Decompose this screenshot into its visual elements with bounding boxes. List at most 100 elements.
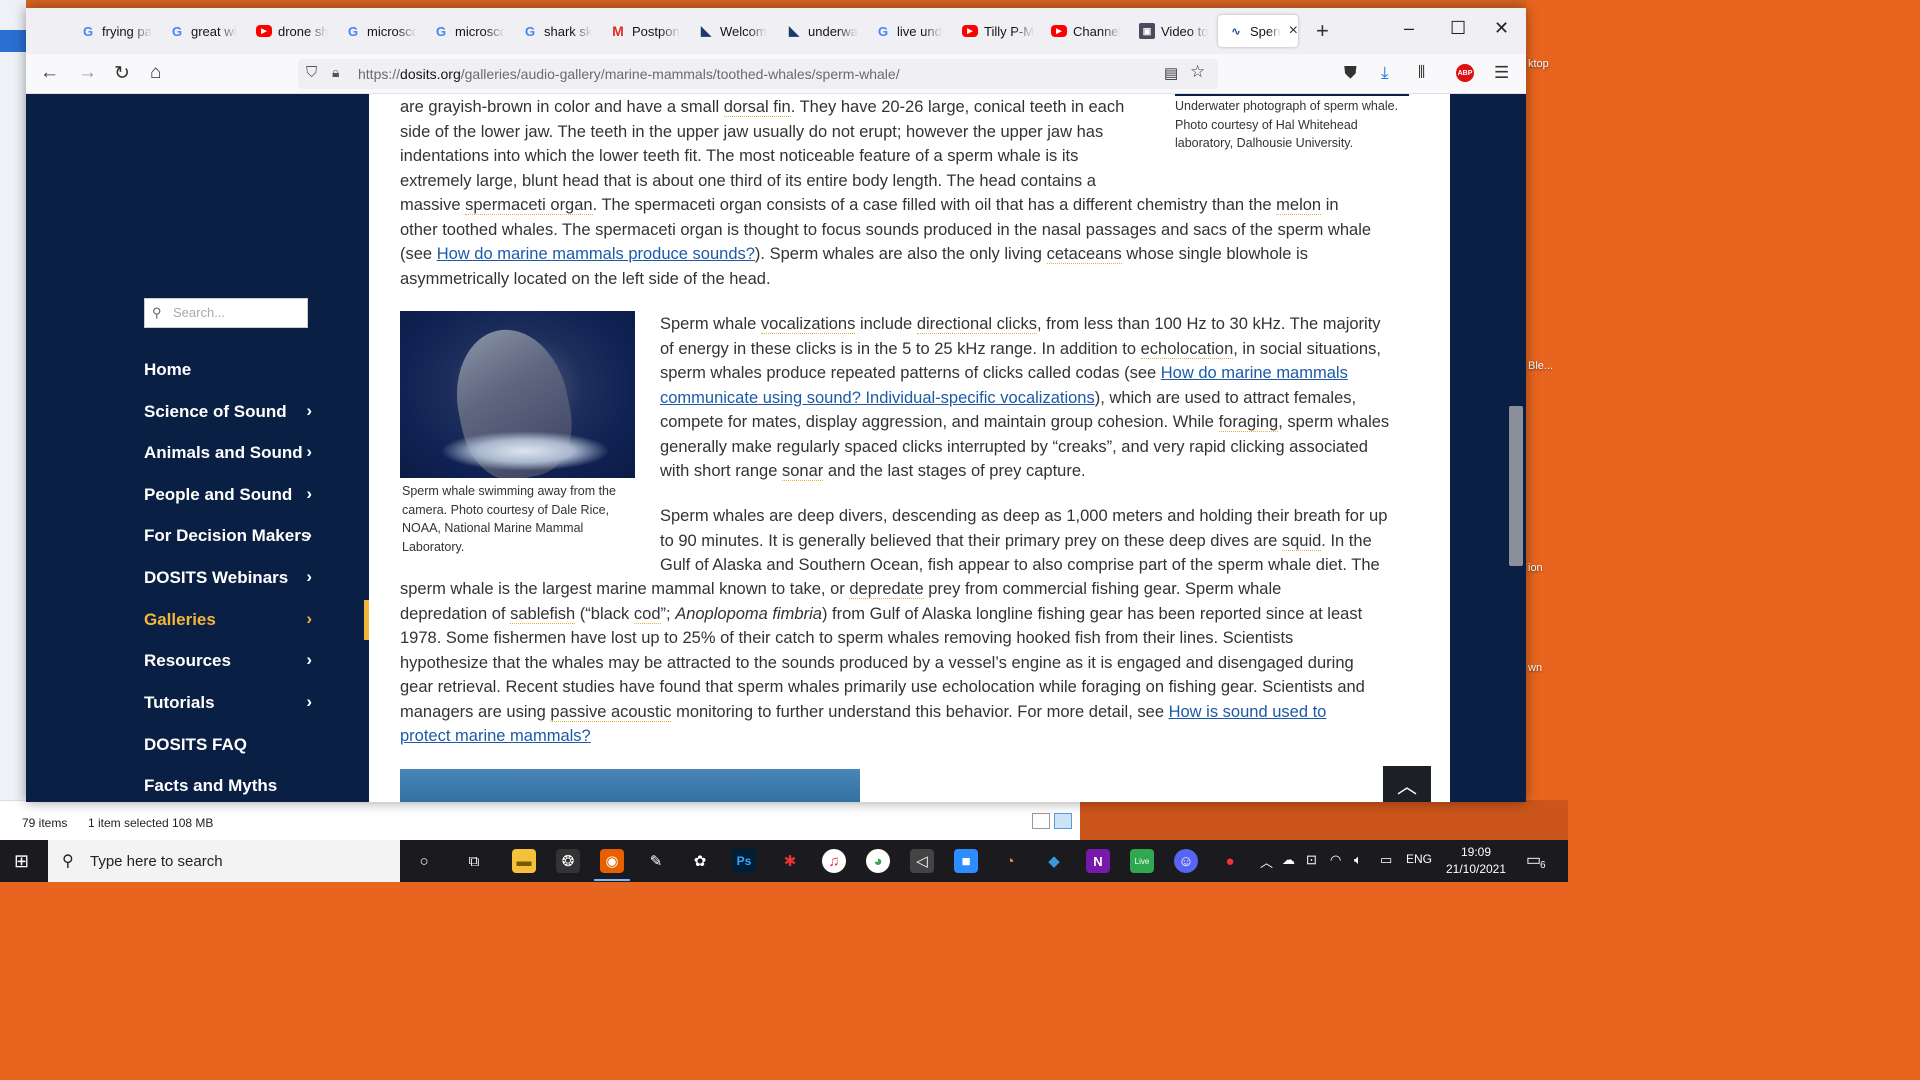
chevron-up-icon[interactable]: ︿ <box>1260 852 1273 871</box>
clock[interactable]: 19:09 21/10/2021 <box>1444 844 1508 878</box>
search-input[interactable] <box>173 305 301 320</box>
browser-tab[interactable]: Gshark sk <box>512 15 596 47</box>
chrome-icon[interactable]: ◕ <box>866 849 890 873</box>
photoshop-icon[interactable]: Ps <box>732 849 756 873</box>
nav-animals-and-sound[interactable]: Animals and Sound › <box>144 442 312 469</box>
file-explorer-icon[interactable]: ▬ <box>512 849 536 873</box>
sperm-whale-photo[interactable] <box>400 311 635 478</box>
language-indicator[interactable]: ENG <box>1406 852 1432 866</box>
link-communicate[interactable]: How do marine mammals <box>1161 364 1348 382</box>
app-icon[interactable]: ✱ <box>778 849 802 873</box>
nav-facts-and-myths[interactable]: Facts and Myths <box>144 776 312 802</box>
menu-icon[interactable]: ☰ <box>1494 63 1509 83</box>
tray-icon[interactable]: ⊡ <box>1306 852 1317 868</box>
link-produce-sounds[interactable]: How do marine mammals produce sounds? <box>437 245 755 263</box>
browser-tab[interactable]: Gfrying pa <box>70 15 154 47</box>
chevron-right-icon[interactable]: › <box>306 650 312 670</box>
chevron-right-icon[interactable]: › <box>306 484 312 504</box>
onenote-icon[interactable]: N <box>1086 849 1110 873</box>
link-protect-mammals[interactable]: How is sound used to <box>1169 703 1327 721</box>
zoom-icon[interactable]: ■ <box>954 849 978 873</box>
volume-icon[interactable]: 🔈︎ <box>1354 852 1362 868</box>
paint-3d-icon[interactable]: ✎ <box>644 849 668 873</box>
desktop-icon-label[interactable]: ktop <box>1526 58 1568 70</box>
glossary-term[interactable]: directional clicks <box>916 315 1037 334</box>
chevron-right-icon[interactable]: › <box>306 525 312 545</box>
firefox-icon[interactable]: ◉ <box>594 849 630 881</box>
home-icon[interactable]: ⌂ <box>150 62 161 84</box>
tracking-shield-icon[interactable]: ⛉ <box>306 64 317 81</box>
maximize-icon[interactable]: ☐ <box>1450 18 1466 39</box>
back-icon[interactable]: ← <box>40 62 59 84</box>
browser-tab[interactable]: ▶ Channel <box>1041 15 1125 47</box>
adblock-plus-icon[interactable]: ABP <box>1456 64 1474 82</box>
live-app-icon[interactable]: Live <box>1130 849 1154 873</box>
glossary-term[interactable]: melon <box>1276 196 1322 215</box>
chevron-right-icon[interactable]: › <box>306 442 312 462</box>
bookmark-star-icon[interactable]: ☆ <box>1190 62 1205 82</box>
browser-tab[interactable]: Gmicrosco <box>423 15 507 47</box>
browser-tab[interactable]: ▶ drone sh <box>246 15 330 47</box>
app-icon[interactable]: ● <box>1218 849 1242 873</box>
notifications-icon[interactable]: ▭ <box>1526 850 1541 870</box>
glossary-term[interactable]: sablefish <box>510 604 576 624</box>
app-icon[interactable]: ◆ <box>1042 849 1066 873</box>
browser-tab-active[interactable]: ∿Sperm× <box>1218 15 1298 47</box>
nav-resources[interactable]: Resources › <box>144 650 312 677</box>
browser-tab[interactable]: Ggreat wi <box>159 15 243 47</box>
glossary-term[interactable]: sonar <box>781 462 824 481</box>
glossary-term[interactable]: squid <box>1281 531 1322 551</box>
details-view-icon[interactable] <box>1032 813 1050 829</box>
cortana-icon[interactable]: ○ <box>412 849 436 873</box>
taskbar-search[interactable]: ⚲ Type here to search <box>48 840 400 882</box>
chevron-right-icon[interactable]: › <box>306 401 312 421</box>
minimize-icon[interactable]: – <box>1404 18 1414 39</box>
nav-people-and-sound[interactable]: People and Sound › <box>144 484 312 511</box>
back-to-top-button[interactable]: ︿ <box>1383 766 1431 802</box>
close-window-icon[interactable]: ✕ <box>1494 18 1509 39</box>
link-communicate[interactable]: communicate using sound? Individual-spec… <box>660 389 1095 407</box>
desktop-icon-label[interactable]: ion <box>1526 562 1568 574</box>
nav-tutorials[interactable]: Tutorials › <box>144 692 312 719</box>
glossary-term[interactable]: echolocation <box>1140 339 1234 359</box>
underwater-image[interactable] <box>400 769 860 802</box>
pocket-icon[interactable]: ⛊ <box>1344 63 1357 83</box>
chevron-right-icon[interactable]: › <box>306 567 312 587</box>
desktop-icon-label[interactable]: wn <box>1526 662 1568 674</box>
nav-galleries[interactable]: Galleries › <box>144 609 312 636</box>
browser-tab[interactable]: ▣ Video to <box>1129 15 1213 47</box>
chevron-right-icon[interactable]: › <box>306 692 312 712</box>
browser-tab[interactable]: ◣ underwa <box>776 15 860 47</box>
glossary-term[interactable]: depredate <box>849 580 924 599</box>
nav-dosits-faq[interactable]: DOSITS FAQ <box>144 735 312 761</box>
glossary-term[interactable]: cetaceans <box>1046 245 1122 264</box>
desktop-icon-label[interactable]: Ble... <box>1526 360 1568 372</box>
browser-tab[interactable]: ◣ Welcom <box>688 15 772 47</box>
davinci-resolve-icon[interactable]: ❂ <box>556 849 580 873</box>
chevron-right-icon[interactable]: › <box>306 609 312 629</box>
photos-app-icon[interactable]: ✿ <box>688 849 712 873</box>
address-bar[interactable]: ⛉ 🔒︎ https://dosits.org/galleries/audio-… <box>298 59 1218 89</box>
downloads-icon[interactable]: ⤓ <box>1381 63 1389 83</box>
browser-tab[interactable]: Glive und <box>865 15 949 47</box>
link-protect-mammals[interactable]: protect marine mammals? <box>400 727 591 745</box>
forward-icon[interactable]: → <box>78 62 97 84</box>
glossary-term[interactable]: spermaceti organ <box>465 196 593 215</box>
reload-icon[interactable]: ↻ <box>114 62 130 85</box>
blender-icon[interactable]: ◔ <box>998 849 1022 873</box>
glossary-term[interactable]: foraging <box>1218 413 1279 432</box>
lock-icon[interactable]: 🔒︎ <box>332 64 339 81</box>
battery-icon[interactable]: ▭ <box>1380 852 1392 868</box>
glossary-term[interactable]: dorsal fin <box>723 98 791 117</box>
library-icon[interactable]: ⫴ <box>1418 63 1425 83</box>
close-tab-icon[interactable]: × <box>1289 22 1298 40</box>
browser-tab[interactable]: Gmicrosco <box>335 15 419 47</box>
nav-science-of-sound[interactable]: Science of Sound › <box>144 401 312 428</box>
itunes-icon[interactable]: ♫ <box>822 849 846 873</box>
nav-home[interactable]: Home <box>144 360 312 386</box>
windows-start-icon[interactable]: ⊞ <box>14 851 29 872</box>
new-tab-icon[interactable]: + <box>1316 18 1329 44</box>
reader-view-icon[interactable]: ▤ <box>1164 64 1178 82</box>
task-view-icon[interactable]: ⧉ <box>462 849 486 873</box>
nav-for-decision-makers[interactable]: For Decision Makers › <box>144 525 312 552</box>
